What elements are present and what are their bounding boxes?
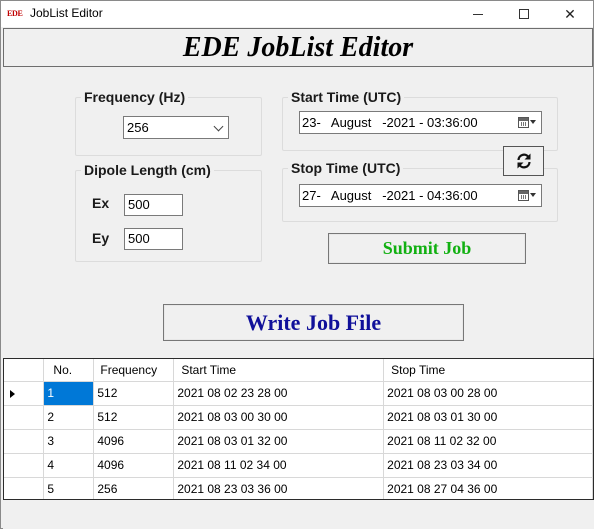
cell-no[interactable]: 3 [43,429,95,454]
current-row-arrow-icon [10,389,15,398]
table-row[interactable]: 1 512 2021 08 02 23 28 00 2021 08 03 00 … [4,381,593,406]
cell-frequency[interactable]: 4096 [93,429,175,454]
cell-no[interactable]: 4 [43,453,95,478]
submit-job-button[interactable]: Submit Job [328,233,526,264]
stop-time-value: 27- August -2021 - 04:36:00 [302,188,478,203]
table-row[interactable]: 3 4096 2021 08 03 01 32 00 2021 08 11 02… [4,429,593,454]
maximize-button[interactable] [501,1,547,27]
cell-frequency[interactable]: 512 [93,381,175,406]
table-row[interactable]: 4 4096 2021 08 11 02 34 00 2021 08 23 03… [4,453,593,478]
column-header-start-time[interactable]: Start Time [173,359,385,382]
cell-stop-time[interactable]: 2021 08 23 03 34 00 [383,453,593,478]
column-header-no[interactable]: No. [43,359,95,382]
cell-frequency[interactable]: 512 [93,405,175,430]
cell-stop-time[interactable]: 2021 08 27 04 36 00 [383,477,593,499]
row-header[interactable] [4,405,45,430]
row-header[interactable] [4,429,45,454]
cell-no[interactable]: 5 [43,477,95,499]
frequency-select[interactable]: 256 [123,116,229,139]
app-window: EDE JobList Editor ✕ EDE JobList Editor … [0,0,594,529]
calendar-dropdown-icon[interactable] [518,190,537,201]
job-list-grid[interactable]: No. Frequency Start Time Stop Time 1 512… [3,358,594,500]
row-header[interactable] [4,477,45,499]
cell-frequency[interactable]: 256 [93,477,175,499]
ey-field[interactable]: 500 [124,228,183,250]
column-header-stop-time[interactable]: Stop Time [383,359,593,382]
cell-stop-time[interactable]: 2021 08 03 00 28 00 [383,381,593,406]
page-title: EDE JobList Editor [3,28,593,67]
cell-start-time[interactable]: 2021 08 23 03 36 00 [173,477,385,499]
frequency-group-title: Frequency (Hz) [81,89,189,105]
job-list-table: No. Frequency Start Time Stop Time 1 512… [4,359,593,499]
minimize-button[interactable] [455,1,501,27]
table-row[interactable]: 5 256 2021 08 23 03 36 00 2021 08 27 04 … [4,477,593,499]
column-header-frequency[interactable]: Frequency [93,359,175,382]
cell-frequency[interactable]: 4096 [93,453,175,478]
ey-label: Ey [92,230,110,246]
status-area [3,500,594,529]
close-button[interactable]: ✕ [547,1,593,27]
row-header[interactable] [4,381,45,406]
app-icon: EDE [7,9,23,18]
refresh-icon [516,153,531,169]
cell-start-time[interactable]: 2021 08 11 02 34 00 [173,453,385,478]
ex-label: Ex [92,195,110,211]
close-icon: ✕ [564,5,576,22]
grid-corner-cell[interactable] [4,359,45,382]
cell-start-time[interactable]: 2021 08 02 23 28 00 [173,381,385,406]
cell-start-time[interactable]: 2021 08 03 00 30 00 [173,405,385,430]
write-job-file-button[interactable]: Write Job File [163,304,464,341]
ex-field[interactable]: 500 [124,194,183,216]
cell-no[interactable]: 2 [43,405,95,430]
cell-stop-time[interactable]: 2021 08 11 02 32 00 [383,429,593,454]
refresh-button[interactable] [503,146,544,176]
stop-time-group-title: Stop Time (UTC) [288,160,404,176]
cell-start-time[interactable]: 2021 08 03 01 32 00 [173,429,385,454]
cell-no[interactable]: 1 [43,381,95,406]
dipole-length-group-title: Dipole Length (cm) [81,162,214,178]
maximize-icon [519,9,529,19]
start-time-picker[interactable]: 23- August -2021 - 03:36:00 [299,111,542,134]
cell-stop-time[interactable]: 2021 08 03 01 30 00 [383,405,593,430]
title-bar[interactable]: EDE JobList Editor ✕ [1,1,593,27]
table-row[interactable]: 2 512 2021 08 03 00 30 00 2021 08 03 01 … [4,405,593,430]
stop-time-picker[interactable]: 27- August -2021 - 04:36:00 [299,184,542,207]
chevron-down-icon [213,121,224,132]
row-header[interactable] [4,453,45,478]
calendar-dropdown-icon[interactable] [518,117,537,128]
window-title: JobList Editor [30,6,103,20]
minimize-icon [473,13,483,15]
grid-header-row: No. Frequency Start Time Stop Time [4,359,593,382]
start-time-group-title: Start Time (UTC) [288,89,405,105]
start-time-value: 23- August -2021 - 03:36:00 [302,115,478,130]
frequency-select-value: 256 [127,120,149,135]
